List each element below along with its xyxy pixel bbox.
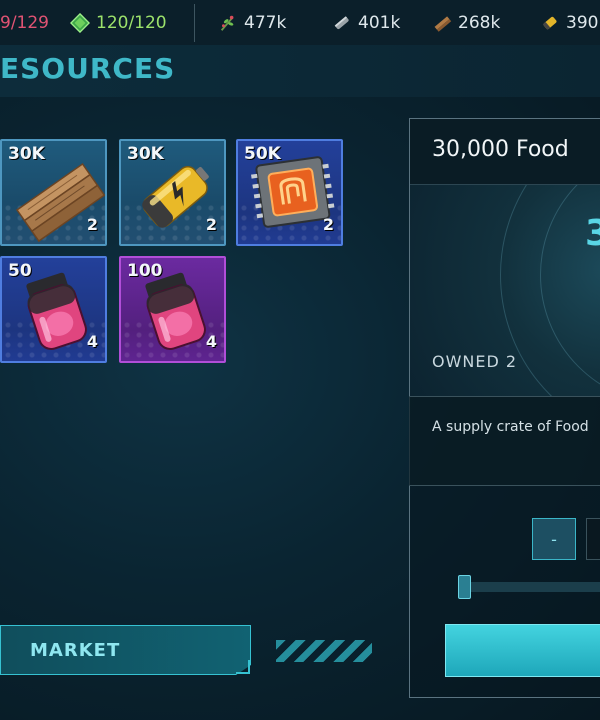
food-value: 477k (244, 12, 287, 33)
item-tag: 100 (127, 261, 163, 281)
item-count: 2 (322, 215, 334, 234)
green-gem-icon (70, 12, 90, 33)
wood-plank-icon (434, 15, 452, 32)
quantity-slider[interactable] (465, 582, 600, 592)
hp-stat: 9/129 (0, 0, 49, 45)
owned-count: OWNED 2 (432, 352, 518, 371)
hp-value: 9/129 (0, 12, 49, 33)
section-title: ESOURCES (0, 52, 176, 85)
battery-stat[interactable]: 390 (540, 0, 598, 45)
panel-header: 30,000 Food (410, 119, 600, 185)
energy-stat[interactable]: 120/120 (70, 0, 167, 45)
item-tag: 30K (127, 144, 164, 164)
slider-handle[interactable] (458, 575, 471, 599)
item-title: 30,000 Food (432, 137, 569, 162)
item-tag: 50K (244, 144, 281, 164)
decrease-quantity-button[interactable]: - (532, 518, 576, 560)
market-label: MARKET (30, 640, 121, 661)
battery-icon (542, 16, 557, 30)
item-count: 2 (205, 215, 217, 234)
resource-topbar: 9/129 120/120 477k 401k 268k 390 (0, 0, 600, 45)
item-tile-chip[interactable]: 50K 2 (236, 139, 343, 246)
use-item-button[interactable] (445, 624, 600, 677)
item-tile-wood[interactable]: 30K 2 (0, 139, 107, 246)
wood-stat[interactable]: 268k (432, 0, 500, 45)
energy-value: 120/120 (96, 12, 167, 33)
quantity-field[interactable] (586, 518, 600, 560)
item-count: 2 (86, 215, 98, 234)
metal-ingot-icon (334, 15, 349, 29)
item-count: 4 (205, 332, 217, 351)
description-area (409, 396, 600, 486)
item-tile-battery[interactable]: 30K 2 (119, 139, 226, 246)
market-corner-accent (236, 660, 250, 674)
market-button[interactable]: MARKET (0, 625, 251, 675)
preview-amount: 3 (585, 213, 600, 254)
item-tile-serum-50[interactable]: 50 4 (0, 256, 107, 363)
minus-label: - (551, 529, 557, 549)
hazard-stripes (276, 640, 372, 662)
wood-value: 268k (458, 12, 501, 33)
herb-sprig-icon (220, 15, 234, 31)
metal-value: 401k (358, 12, 401, 33)
battery-value: 390 (566, 12, 599, 33)
metal-stat[interactable]: 401k (332, 0, 400, 45)
food-stat[interactable]: 477k (218, 0, 286, 45)
item-tile-serum-100[interactable]: 100 4 (119, 256, 226, 363)
item-count: 4 (86, 332, 98, 351)
item-tag: 50 (8, 261, 32, 281)
item-description: A supply crate of Food (432, 419, 589, 435)
item-tag: 30K (8, 144, 45, 164)
topbar-divider (194, 4, 195, 42)
